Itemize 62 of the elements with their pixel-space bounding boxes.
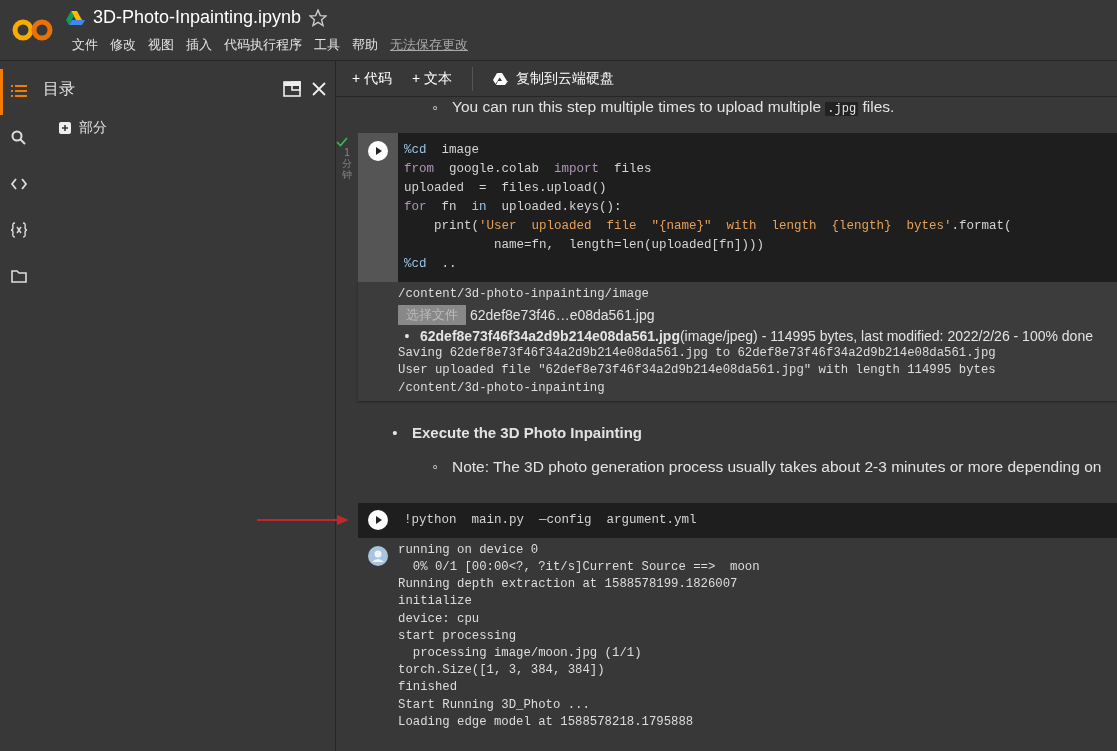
run-button[interactable]: [368, 141, 388, 161]
code-editor[interactable]: [398, 133, 1117, 282]
output-line: initialize: [398, 593, 473, 611]
check-icon: [336, 137, 348, 147]
code-line: !python main.py —config argument.yml: [404, 511, 698, 529]
note-text: You can run this step multiple times to upload multiple .jpg files.: [452, 97, 895, 118]
window-icon[interactable]: [283, 81, 301, 97]
output-line: finished: [398, 679, 459, 697]
avatar-icon: [368, 545, 388, 566]
output-line: processing image/moon.jpg (1/1): [411, 645, 643, 663]
output-line: User uploaded file ″62def8e73f46f34a2d9b214e08da561.jpg″ with length 114995 bytes: [398, 362, 997, 380]
output-line: running on device 0: [398, 541, 540, 559]
drive-icon: [66, 10, 85, 25]
bullet-marker: ◦: [431, 456, 439, 477]
output-line: start processing: [398, 627, 518, 645]
copy-to-drive-button[interactable]: 复制到云端硬盘: [485, 68, 623, 89]
output-line: Running depth extraction at 1588578199.1826007: [398, 576, 739, 594]
output-line: Saving 62def8e73f46f34a2d9b214e08da561.jpg to 62def8e73f46f34a2d9b214e08da561.jpg: [398, 345, 997, 363]
output-line: device: cpu: [398, 610, 481, 628]
bullet-marker: •: [403, 327, 411, 346]
search-icon[interactable]: [10, 129, 28, 147]
run-duration: 1 分钟: [342, 147, 352, 180]
file-name: 62def8e73f46…e08da561.jpg: [470, 306, 655, 325]
upload-status: 62def8e73f46f34a2d9b214e08da561.jpg(image/jpeg) - 114995 bytes, last modified: 2022/2/26 - 100% done: [420, 327, 1093, 346]
output-line: /content/3d-photo-inpainting/image: [398, 286, 650, 303]
drive-icon: [493, 72, 509, 85]
output-line: 0% 0/1 [00:00<?, ?it/s]Current Source ==> moon: [411, 559, 760, 576]
code-line: %cd ..: [404, 256, 458, 273]
code-line: name=fn, length=len(uploaded[fn]))): [493, 237, 766, 254]
menu-item[interactable]: 帮助: [346, 35, 384, 55]
menu-item[interactable]: 视图: [142, 35, 180, 55]
toc-section-item[interactable]: 部分: [79, 117, 107, 138]
bullet-marker: •: [391, 422, 399, 443]
bullet-marker: ◦: [431, 98, 439, 118]
folder-icon[interactable]: [10, 267, 28, 285]
output-line: /content/3d-photo-inpainting: [398, 379, 606, 397]
add-cell-button[interactable]: + 文本: [404, 68, 461, 89]
menu-item[interactable]: 修改: [104, 35, 142, 55]
panel-title: 目录: [43, 79, 76, 99]
menu-item[interactable]: 插入: [180, 35, 218, 55]
expand-icon[interactable]: [59, 121, 71, 134]
note-text: Note: The 3D photo generation process usually takes about 2-3 minutes or more depending on: [452, 456, 1102, 477]
variables-icon[interactable]: [10, 221, 28, 239]
code-line: print('User uploaded file ″{name}″ with length {length} bytes'.format(: [433, 218, 1013, 235]
add-cell-button[interactable]: + 代码: [344, 68, 401, 89]
notebook-title[interactable]: 3D-Photo-Inpainting.ipynb: [93, 4, 302, 31]
code-line: %cd image: [404, 142, 481, 159]
code-line: uploaded = files.upload(): [404, 180, 608, 197]
code-line: from google.colab import files: [404, 161, 653, 178]
star-icon[interactable]: [309, 8, 328, 27]
code-editor[interactable]: !python main.py —config argument.yml: [398, 502, 1117, 538]
menu-item[interactable]: 代码执行程序: [218, 35, 308, 55]
run-button[interactable]: [368, 510, 388, 531]
output-line: Start Running 3D_Photo ...: [398, 696, 591, 714]
save-status-link[interactable]: 无法保存更改: [384, 35, 474, 55]
menu-item[interactable]: 文件: [66, 35, 104, 55]
output-line: torch.Size([1, 3, 384, 384]): [398, 662, 606, 680]
output-line: Loading edge model at 1588578218.1795888: [398, 713, 695, 731]
menu-item[interactable]: 工具: [308, 35, 346, 55]
code-line: for fn in uploaded.keys():: [404, 199, 623, 216]
close-icon[interactable]: [311, 81, 327, 97]
heading-text: Execute the 3D Photo Inpainting: [412, 422, 643, 443]
